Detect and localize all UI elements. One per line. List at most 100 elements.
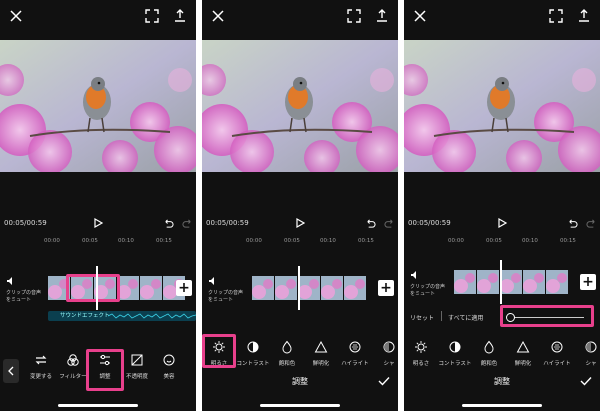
- clip-thumbnail: [275, 276, 297, 300]
- tool-highlight[interactable]: ハイライト: [338, 334, 372, 367]
- clip-thumbnail: [298, 276, 320, 300]
- redo-icon[interactable]: [586, 218, 597, 229]
- play-icon[interactable]: [295, 218, 305, 228]
- ruler-tick: 00:05: [82, 238, 98, 244]
- mute-clip-audio-button[interactable]: クリップの音声をミュート: [6, 276, 42, 303]
- tool-label: コントラスト: [438, 361, 472, 367]
- back-button[interactable]: [3, 359, 19, 383]
- clip-thumbnail: [454, 270, 476, 294]
- tool-sharpen[interactable]: 鮮明化: [506, 334, 540, 367]
- fullscreen-icon[interactable]: [548, 8, 564, 24]
- tool-highlight[interactable]: ハイライト: [540, 334, 574, 367]
- redo-icon[interactable]: [182, 218, 193, 229]
- ruler-tick: 00:00: [448, 238, 464, 244]
- tool-shadow[interactable]: シャ: [574, 334, 600, 367]
- playback-time: 00:05/00:59: [206, 219, 249, 227]
- tool-replace[interactable]: 変更する: [24, 347, 58, 380]
- play-icon[interactable]: [93, 218, 103, 228]
- fullscreen-icon[interactable]: [144, 8, 160, 24]
- screen-panel-clip-tools: 00:05/00:59 00:00 00:05 00:10 00:15 クリップ…: [0, 0, 196, 411]
- filter-icon: [67, 354, 79, 366]
- triangle-icon: [516, 340, 530, 353]
- mute-clip-audio-button[interactable]: クリップの音声をミュート: [410, 270, 446, 297]
- ruler-tick: 00:15: [560, 238, 576, 244]
- highlight-icon: [349, 341, 361, 353]
- panel-title: 調整: [494, 377, 510, 386]
- speaker-icon: [7, 277, 12, 285]
- playhead[interactable]: [96, 266, 98, 310]
- export-icon[interactable]: [576, 8, 592, 24]
- clip-thumbnail: [500, 270, 522, 294]
- divider: [441, 311, 442, 321]
- shadow-icon: [383, 341, 395, 353]
- close-icon[interactable]: [412, 8, 428, 24]
- drop-icon: [282, 340, 292, 354]
- close-icon[interactable]: [8, 8, 24, 24]
- tool-label: シャ: [585, 361, 597, 367]
- apply-all-button[interactable]: すべてに適用: [448, 313, 483, 322]
- undo-icon[interactable]: [163, 218, 174, 229]
- sound-track-label: サウンドエフェクト: [60, 313, 110, 319]
- clip-thumbnail: [140, 276, 162, 300]
- highlight-slider: [500, 305, 594, 327]
- clip-thumbnail: [546, 270, 568, 294]
- timeline-tracks: クリップの音声をミュート +: [202, 258, 398, 328]
- redo-icon[interactable]: [384, 218, 395, 229]
- clip-thumbnail: [117, 276, 139, 300]
- video-clip-strip[interactable]: [454, 270, 568, 294]
- clip-thumbnail: [477, 270, 499, 294]
- tool-contrast[interactable]: コントラスト: [438, 334, 472, 367]
- top-bar: [0, 0, 196, 38]
- undo-icon[interactable]: [365, 218, 376, 229]
- tool-sharpen[interactable]: 鮮明化: [304, 334, 338, 367]
- contrast-icon: [247, 341, 259, 353]
- speaker-icon: [411, 271, 416, 279]
- highlight-brightness-tool: [202, 334, 236, 368]
- opacity-icon: [131, 354, 143, 366]
- tool-label: ハイライト: [543, 361, 571, 367]
- ruler-tick: 00:10: [522, 238, 538, 244]
- playhead[interactable]: [500, 260, 502, 304]
- tool-shadow[interactable]: シャ: [372, 334, 398, 367]
- export-icon[interactable]: [172, 8, 188, 24]
- tool-saturation[interactable]: 飽和色: [270, 334, 304, 367]
- add-clip-button[interactable]: +: [176, 280, 192, 296]
- mute-label: クリップの音声をミュート: [208, 290, 244, 303]
- swap-icon: [35, 355, 47, 365]
- sound-effect-track[interactable]: サウンドエフェクト: [48, 311, 196, 321]
- playback-time: 00:05/00:59: [408, 219, 451, 227]
- tool-brightness[interactable]: 明るさ: [404, 334, 438, 367]
- tool-saturation[interactable]: 飽和色: [472, 334, 506, 367]
- confirm-check-icon[interactable]: [580, 376, 592, 386]
- tool-label: 変更する: [29, 374, 52, 380]
- confirm-check-icon[interactable]: [378, 376, 390, 386]
- playhead[interactable]: [298, 266, 300, 310]
- tool-contrast[interactable]: コントラスト: [236, 334, 270, 367]
- highlight-selected-clip: [66, 274, 120, 302]
- top-bar: [404, 0, 600, 38]
- export-icon[interactable]: [374, 8, 390, 24]
- screen-panel-brightness-slider: 00:05/00:59 00:00 00:05 00:10 00:15 クリップ…: [404, 0, 600, 411]
- tool-filter[interactable]: フィルター: [56, 347, 90, 380]
- tool-opacity[interactable]: 不透明度: [120, 347, 154, 380]
- timeline-ruler: 00:00 00:05 00:10 00:15: [202, 238, 398, 248]
- tool-label: 鮮明化: [514, 361, 532, 367]
- close-icon[interactable]: [210, 8, 226, 24]
- add-clip-button[interactable]: +: [580, 274, 596, 290]
- brightness-slider-row: リセット すべてに適用: [404, 305, 600, 327]
- home-indicator: [58, 404, 138, 407]
- top-bar: [202, 0, 398, 38]
- video-preview: [202, 40, 398, 172]
- reset-button[interactable]: リセット: [410, 313, 434, 322]
- tool-beauty[interactable]: 美容: [152, 347, 186, 380]
- ruler-tick: 00:00: [44, 238, 60, 244]
- add-clip-button[interactable]: +: [378, 280, 394, 296]
- undo-icon[interactable]: [567, 218, 578, 229]
- fullscreen-icon[interactable]: [346, 8, 362, 24]
- mute-clip-audio-button[interactable]: クリップの音声をミュート: [208, 276, 244, 303]
- video-clip-strip[interactable]: [252, 276, 366, 300]
- home-indicator: [260, 404, 340, 407]
- play-icon[interactable]: [497, 218, 507, 228]
- tool-label: フィルター: [59, 374, 87, 380]
- ruler-tick: 00:00: [246, 238, 262, 244]
